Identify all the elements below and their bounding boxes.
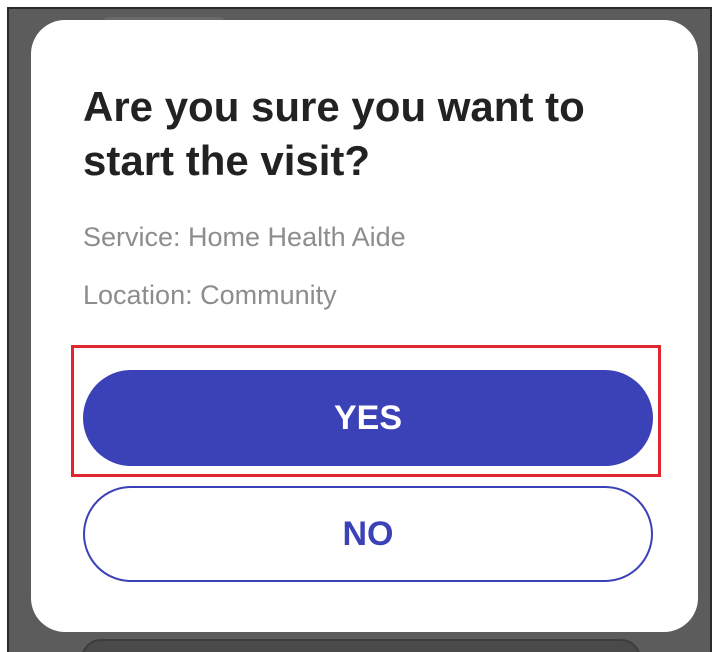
- screenshot-frame: Are you sure you want to start the visit…: [0, 0, 719, 652]
- no-button[interactable]: NO: [83, 486, 653, 582]
- dialog-title: Are you sure you want to start the visit…: [83, 83, 585, 184]
- backdrop-card: [81, 639, 641, 652]
- yes-button[interactable]: YES: [83, 370, 653, 466]
- start-visit-dialog: Are you sure you want to start the visit…: [31, 20, 698, 632]
- location-detail: Location: Community: [83, 280, 337, 310]
- service-detail: Service: Home Health Aide: [83, 222, 406, 252]
